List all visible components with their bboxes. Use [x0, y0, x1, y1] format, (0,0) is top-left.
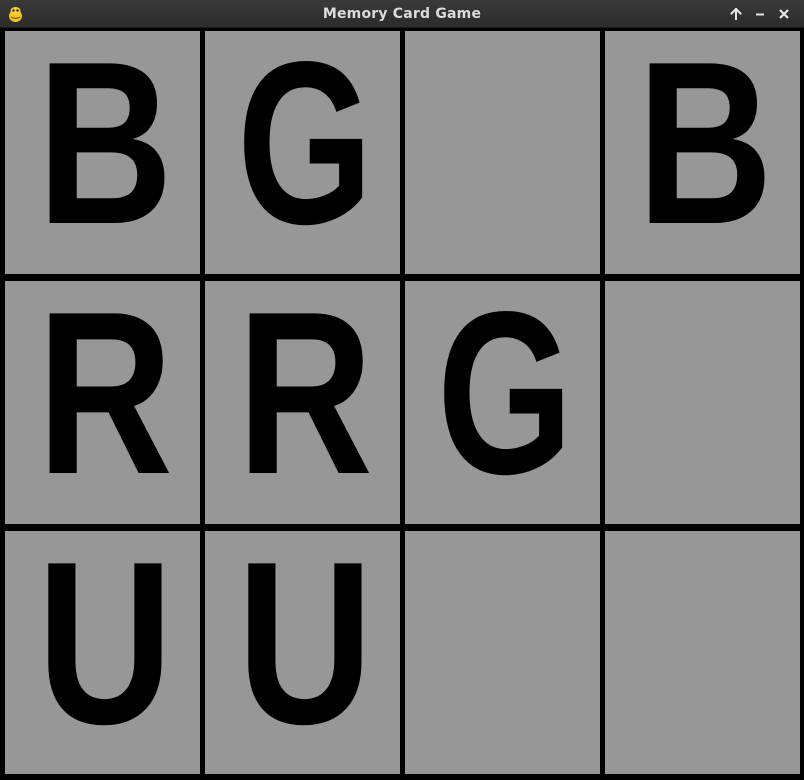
card-revealed[interactable]: G — [405, 281, 600, 524]
card-revealed[interactable]: R — [5, 281, 200, 524]
card-hidden[interactable] — [605, 281, 800, 524]
card-revealed[interactable]: B — [605, 31, 800, 274]
card-letter: U — [37, 531, 173, 773]
card-letter: R — [237, 281, 373, 523]
close-icon — [779, 9, 789, 19]
card-letter: G — [237, 31, 373, 273]
card-hidden[interactable] — [405, 531, 600, 774]
card-letter: R — [37, 281, 173, 523]
card-letter-graphic: R — [237, 281, 373, 523]
card-grid: BGBRRGUU — [0, 28, 804, 780]
card-revealed[interactable]: B — [5, 31, 200, 274]
card-hidden[interactable] — [405, 31, 600, 274]
card-letter: U — [237, 531, 373, 773]
card-revealed[interactable]: G — [205, 31, 400, 274]
card-letter-graphic: U — [37, 531, 173, 773]
card-letter-graphic: U — [237, 531, 373, 773]
card-letter-graphic: B — [37, 31, 173, 273]
card-revealed[interactable]: R — [205, 281, 400, 524]
card-letter: G — [437, 281, 573, 523]
minimize-button[interactable] — [751, 5, 769, 23]
card-letter-graphic: B — [637, 31, 773, 273]
title-bar[interactable]: Memory Card Game — [0, 0, 804, 28]
card-letter: B — [37, 31, 173, 273]
card-revealed[interactable]: U — [5, 531, 200, 774]
window-title: Memory Card Game — [322, 6, 482, 22]
card-hidden[interactable] — [605, 531, 800, 774]
card-letter-graphic: G — [237, 31, 373, 273]
arrow-up-icon — [730, 7, 742, 20]
card-letter: B — [637, 31, 773, 273]
minus-icon — [756, 13, 764, 16]
close-button[interactable] — [775, 5, 793, 23]
card-letter-graphic: G — [437, 281, 573, 523]
maximize-button[interactable] — [727, 5, 745, 23]
card-revealed[interactable]: U — [205, 531, 400, 774]
card-letter-graphic: R — [37, 281, 173, 523]
game-window: Memory Card Game BGBRRGUU — [0, 0, 804, 780]
